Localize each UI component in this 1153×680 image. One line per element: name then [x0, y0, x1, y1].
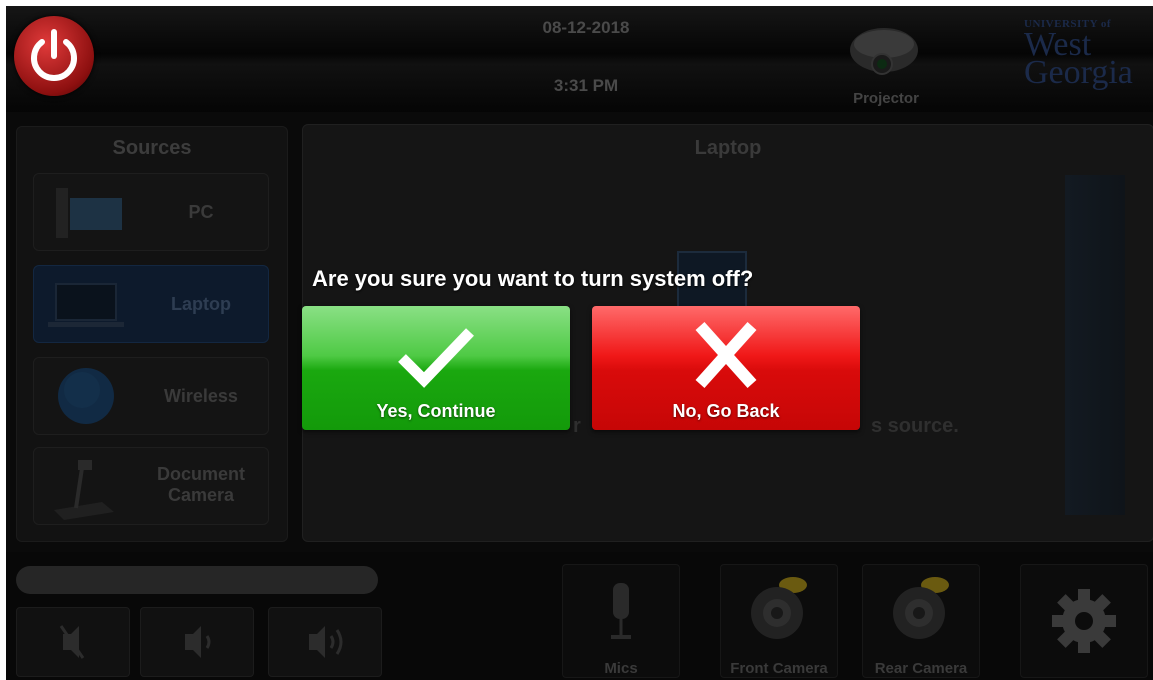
yes-continue-button[interactable]: Yes, Continue: [302, 306, 570, 430]
bottom-bar: Mics Front Camera Rear Camera: [6, 552, 1153, 680]
projector-button[interactable]: Projector: [826, 14, 946, 110]
top-bar: 08-12-2018 3:31 PM Projector UNIVERSITY …: [6, 6, 1153, 112]
volume-slider[interactable]: [16, 566, 378, 594]
rear-camera-label: Rear Camera: [874, 660, 968, 677]
mute-button[interactable]: [16, 607, 130, 677]
globe-icon: [58, 368, 114, 424]
university-logo: UNIVERSITY of West Georgia: [1024, 18, 1150, 100]
ghost-text-left: r: [573, 415, 581, 437]
content-title: Laptop: [694, 137, 762, 159]
source-laptop-button[interactable]: Laptop: [33, 265, 269, 343]
mics-button[interactable]: Mics: [562, 564, 680, 678]
rear-camera-button[interactable]: Rear Camera: [862, 564, 980, 678]
source-document-label-line1: Document: [156, 464, 245, 484]
source-pc-label: PC: [188, 202, 214, 222]
source-document-camera-label: Document Camera: [134, 464, 268, 506]
content-side-bar: [1065, 175, 1125, 515]
source-pc-button[interactable]: PC: [33, 173, 269, 251]
checkmark-icon: [398, 328, 474, 388]
close-icon: [695, 321, 757, 389]
ghost-text-right: s source.: [871, 415, 959, 437]
projector-label: Projector: [853, 90, 919, 107]
sources-title: Sources: [112, 137, 192, 159]
settings-button[interactable]: [1020, 564, 1148, 678]
volume-down-icon: [185, 626, 211, 658]
power-icon: [31, 29, 77, 81]
gear-icon: [1052, 589, 1116, 653]
projector-icon: [850, 28, 918, 75]
power-button[interactable]: [14, 16, 94, 96]
front-camera-button[interactable]: Front Camera: [720, 564, 838, 678]
rear-camera-icon: [893, 577, 949, 639]
volume-down-button[interactable]: [140, 607, 254, 677]
pc-icon: [56, 188, 122, 238]
volume-up-icon: [309, 626, 343, 658]
volume-up-button[interactable]: [268, 607, 382, 677]
document-camera-icon: [54, 460, 114, 520]
time-display: 3:31 PM: [553, 76, 619, 95]
no-go-back-label: No, Go Back: [672, 401, 780, 421]
front-camera-icon: [751, 577, 807, 639]
mute-icon: [59, 625, 85, 659]
touch-panel-screen: 08-12-2018 3:31 PM Projector UNIVERSITY …: [6, 6, 1153, 680]
mics-label: Mics: [604, 660, 638, 677]
confirm-question: Are you sure you want to turn system off…: [312, 266, 754, 291]
source-document-label-line2: Camera: [167, 485, 235, 505]
logo-georgia-text: Georgia: [1024, 54, 1133, 91]
front-camera-label: Front Camera: [730, 660, 828, 677]
source-wireless-button[interactable]: Wireless: [33, 357, 269, 435]
source-laptop-label: Laptop: [171, 294, 231, 314]
laptop-icon: [48, 283, 124, 327]
microphone-icon: [611, 583, 631, 639]
date-display: 08-12-2018: [542, 18, 630, 37]
sources-panel: Sources PC Laptop Wireless Document Came…: [16, 126, 288, 542]
source-wireless-label: Wireless: [164, 386, 238, 406]
yes-continue-label: Yes, Continue: [376, 401, 496, 421]
no-go-back-button[interactable]: No, Go Back: [592, 306, 860, 430]
source-document-camera-button[interactable]: Document Camera: [33, 447, 269, 525]
